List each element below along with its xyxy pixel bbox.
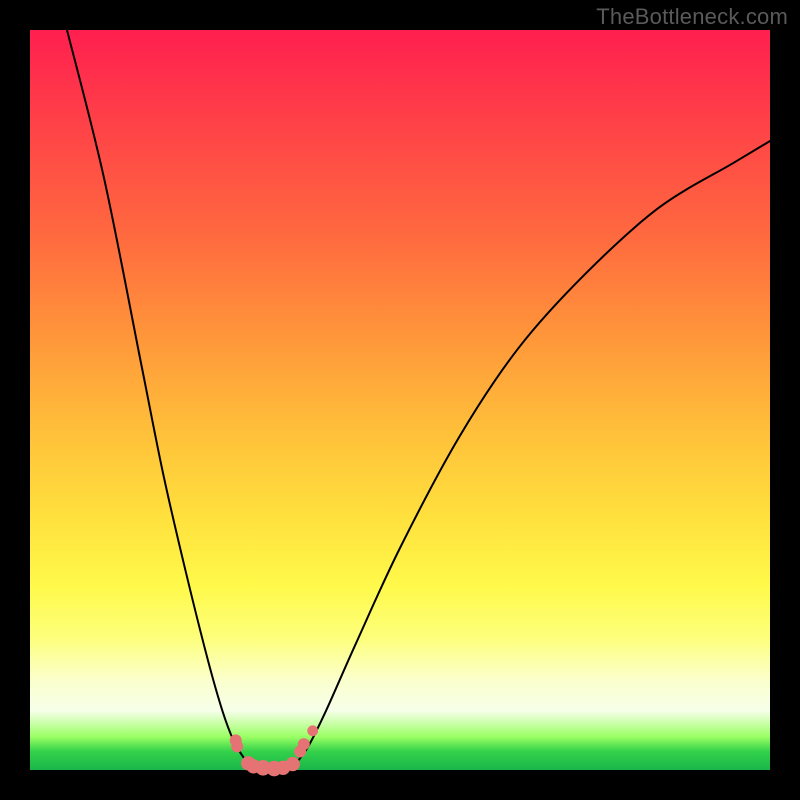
gradient-plot-area — [30, 30, 770, 770]
curve-marker — [298, 738, 310, 750]
chart-frame: TheBottleneck.com — [0, 0, 800, 800]
curve-layer — [30, 30, 770, 770]
curve-right-branch — [289, 141, 770, 770]
curve-marker — [307, 725, 318, 736]
curve-marker — [231, 740, 243, 752]
curve-left-branch — [67, 30, 259, 770]
curve-marker — [286, 757, 300, 771]
watermark-text: TheBottleneck.com — [596, 4, 788, 30]
